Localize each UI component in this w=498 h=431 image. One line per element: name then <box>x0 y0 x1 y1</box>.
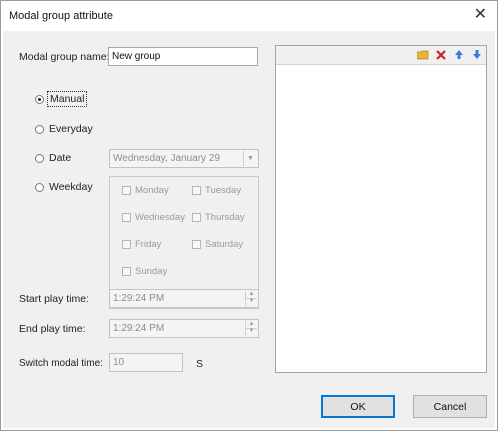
checkbox-box <box>122 213 131 222</box>
checkbox-monday-label: Monday <box>135 185 169 196</box>
cancel-button[interactable]: Cancel <box>413 395 487 418</box>
radio-manual[interactable]: Manual <box>35 91 88 107</box>
checkbox-friday-label: Friday <box>135 239 162 250</box>
modal-list-panel[interactable] <box>275 45 487 373</box>
end-time-input[interactable]: 1:29:24 PM ▲ ▼ <box>109 319 259 338</box>
checkbox-tuesday[interactable]: Tuesday <box>192 185 241 196</box>
arrow-down-icon[interactable] <box>470 48 484 61</box>
start-time-value: 1:29:24 PM <box>113 293 165 304</box>
title-bar: Modal group attribute ✕ <box>1 1 497 31</box>
radio-weekday[interactable]: Weekday <box>35 181 93 193</box>
checkbox-sunday[interactable]: Sunday <box>122 266 167 277</box>
radio-weekday-dot <box>35 182 44 192</box>
date-picker[interactable]: Wednesday, January 29 ▼ <box>109 149 259 168</box>
checkbox-box <box>122 186 131 195</box>
panel-toolbar <box>276 46 486 65</box>
checkbox-thursday[interactable]: Thursday <box>192 212 245 223</box>
radio-date[interactable]: Date <box>35 152 71 164</box>
chevron-down-icon[interactable]: ▼ <box>243 151 257 166</box>
checkbox-monday[interactable]: Monday <box>122 185 169 196</box>
checkbox-box <box>122 240 131 249</box>
radio-date-dot <box>35 153 44 163</box>
checkbox-saturday-label: Saturday <box>205 239 244 250</box>
checkbox-box <box>192 240 201 249</box>
checkbox-box <box>192 186 201 195</box>
end-time-label: End play time: <box>19 323 86 335</box>
spin-down-icon[interactable]: ▼ <box>246 328 257 335</box>
checkbox-wednesday-label: Wednesday <box>135 212 185 223</box>
folder-icon[interactable] <box>416 48 430 61</box>
group-name-label: Modal group name: <box>19 51 110 63</box>
date-picker-value: Wednesday, January 29 <box>113 153 220 164</box>
radio-manual-label: Manual <box>46 91 88 107</box>
checkbox-friday[interactable]: Friday <box>122 239 161 250</box>
start-time-spinner[interactable]: ▲ ▼ <box>245 291 257 306</box>
radio-everyday-dot <box>35 124 44 134</box>
arrow-up-icon[interactable] <box>452 48 466 61</box>
end-time-spinner[interactable]: ▲ ▼ <box>245 321 257 336</box>
radio-weekday-label: Weekday <box>49 181 93 193</box>
checkbox-thursday-label: Thursday <box>205 212 245 223</box>
checkbox-sunday-label: Sunday <box>135 266 168 277</box>
switch-time-input[interactable]: 10 <box>109 353 183 372</box>
checkbox-box <box>122 267 131 276</box>
checkbox-wednesday[interactable]: Wednesday <box>122 212 185 223</box>
switch-time-unit: S <box>196 358 204 370</box>
radio-date-label: Date <box>49 152 72 164</box>
radio-manual-dot <box>35 94 44 104</box>
start-time-label: Start play time: <box>19 293 90 305</box>
window-title: Modal group attribute <box>9 10 113 22</box>
radio-everyday-label: Everyday <box>49 123 93 135</box>
spin-down-icon[interactable]: ▼ <box>246 298 257 305</box>
checkbox-saturday[interactable]: Saturday <box>192 239 243 250</box>
start-time-input[interactable]: 1:29:24 PM ▲ ▼ <box>109 289 259 308</box>
checkbox-box <box>192 213 201 222</box>
group-name-input[interactable]: New group <box>108 47 258 66</box>
radio-everyday[interactable]: Everyday <box>35 123 93 135</box>
close-icon[interactable]: ✕ <box>474 7 487 23</box>
dialog-body: Modal group name: New group Manual Every… <box>3 31 495 428</box>
switch-time-label: Switch modal time: <box>19 358 103 369</box>
modal-group-dialog: Modal group attribute ✕ Modal group name… <box>0 0 498 431</box>
checkbox-tuesday-label: Tuesday <box>205 185 242 196</box>
end-time-value: 1:29:24 PM <box>113 323 165 334</box>
delete-icon[interactable] <box>434 48 448 61</box>
ok-button[interactable]: OK <box>321 395 395 418</box>
